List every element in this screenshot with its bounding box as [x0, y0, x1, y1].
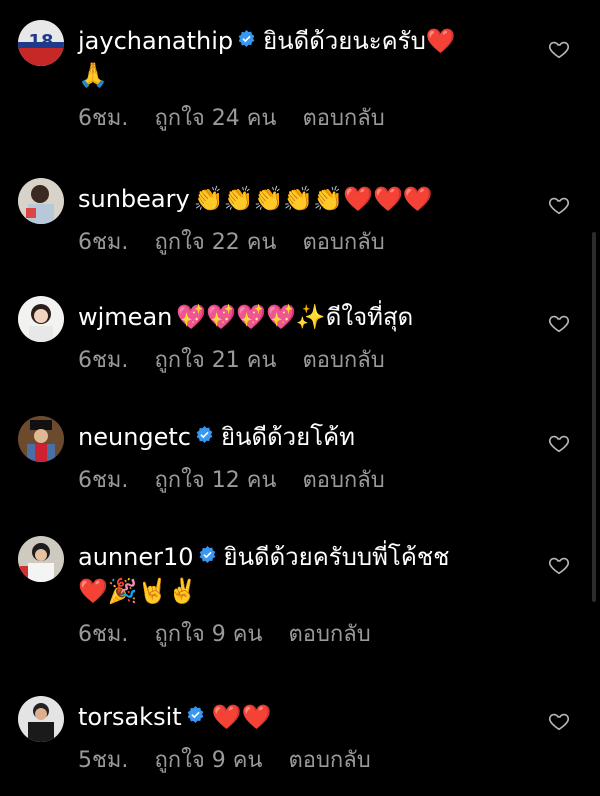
avatar[interactable]	[18, 296, 64, 342]
username[interactable]: wjmean	[78, 303, 172, 331]
comment-time: 6ชม.	[78, 348, 129, 373]
comment-line: wjmean 💖💖💖💖✨ดีใจที่สุด	[78, 300, 548, 334]
avatar[interactable]	[18, 178, 64, 224]
reply-button[interactable]: ตอบกลับ	[302, 348, 384, 373]
username[interactable]: aunner10	[78, 543, 194, 571]
username[interactable]: jaychanathip	[78, 27, 233, 55]
comment-time: 6ชม.	[78, 468, 129, 493]
comment-text: 💖💖💖💖✨ดีใจที่สุด	[176, 303, 414, 331]
comment-line: neungetc ยินดีด้วยโค้ท	[78, 420, 548, 454]
comment-body: aunner10 ยินดีด้วยครับบพี่โค้ชช ❤️🎉🤘✌️ 6ช…	[78, 540, 548, 651]
likes-count-link[interactable]: ถูกใจ 21 คน	[154, 348, 276, 373]
username[interactable]: sunbeary	[78, 185, 190, 213]
username[interactable]: neungetc	[78, 423, 191, 451]
comment-time: 6ชม.	[78, 106, 129, 131]
verified-badge-icon	[196, 426, 213, 443]
comment-time: 6ชม.	[78, 622, 129, 647]
comment-text: ยินดีด้วยโค้ท	[221, 423, 355, 451]
comment-body: wjmean 💖💖💖💖✨ดีใจที่สุด 6ชม. ถูกใจ 21 คน ตอบ…	[78, 300, 548, 377]
likes-count-link[interactable]: ถูกใจ 9 คน	[154, 748, 262, 773]
avatar[interactable]: 18	[18, 20, 64, 66]
reply-button[interactable]: ตอบกลับ	[288, 748, 370, 773]
username[interactable]: torsaksit	[78, 703, 182, 731]
reply-button[interactable]: ตอบกลับ	[302, 468, 384, 493]
comment-text: 👏👏👏👏👏❤️❤️❤️	[193, 185, 433, 213]
comment-text-continued: 🙏	[78, 61, 108, 89]
avatar[interactable]	[18, 416, 64, 462]
comment-text: ยินดีด้วยนะครับ❤️	[263, 27, 456, 55]
comment-body: torsaksit ❤️❤️ 5ชม. ถูกใจ 9 คน ตอบกลับ	[78, 700, 548, 777]
comment-meta: 6ชม. ถูกใจ 12 คน ตอบกลับ	[78, 462, 548, 497]
verified-badge-icon	[187, 706, 204, 723]
comment-text: ❤️❤️	[211, 703, 272, 731]
comment-meta: 5ชม. ถูกใจ 9 คน ตอบกลับ	[78, 742, 548, 777]
likes-count-link[interactable]: ถูกใจ 9 คน	[154, 622, 262, 647]
reply-button[interactable]: ตอบกลับ	[302, 106, 384, 131]
avatar[interactable]	[18, 696, 64, 742]
heart-outline-icon[interactable]	[548, 432, 570, 454]
verified-badge-icon	[238, 30, 255, 47]
scrollbar[interactable]	[592, 232, 596, 602]
likes-count-link[interactable]: ถูกใจ 22 คน	[154, 230, 276, 255]
likes-count-link[interactable]: ถูกใจ 12 คน	[154, 468, 276, 493]
comment-text-continued: ❤️🎉🤘✌️	[78, 577, 198, 605]
heart-outline-icon[interactable]	[548, 194, 570, 216]
reply-button[interactable]: ตอบกลับ	[288, 622, 370, 647]
comment-meta: 6ชม. ถูกใจ 21 คน ตอบกลับ	[78, 342, 548, 377]
comment-time: 5ชม.	[78, 748, 129, 773]
comment-meta: 6ชม. ถูกใจ 22 คน ตอบกลับ	[78, 224, 548, 259]
comment-line: torsaksit ❤️❤️	[78, 700, 548, 734]
avatar[interactable]	[18, 536, 64, 582]
comment-meta: 6ชม. ถูกใจ 9 คน ตอบกลับ	[78, 616, 548, 651]
comment-body: jaychanathip ยินดีด้วยนะครับ❤️ 🙏 6ชม. ถูกใ…	[78, 24, 548, 135]
likes-count-link[interactable]: ถูกใจ 24 คน	[154, 106, 276, 131]
reply-button[interactable]: ตอบกลับ	[302, 230, 384, 255]
comment-line: sunbeary 👏👏👏👏👏❤️❤️❤️	[78, 182, 548, 216]
heart-outline-icon[interactable]	[548, 312, 570, 334]
heart-outline-icon[interactable]	[548, 38, 570, 60]
comment-body: neungetc ยินดีด้วยโค้ท 6ชม. ถูกใจ 12 คน ตอบ…	[78, 420, 548, 497]
comment-meta: 6ชม. ถูกใจ 24 คน ตอบกลับ	[78, 100, 548, 135]
verified-badge-icon	[199, 546, 216, 563]
comment-time: 6ชม.	[78, 230, 129, 255]
comment-text: ยินดีด้วยครับบพี่โค้ชช	[223, 543, 450, 571]
comment-line: aunner10 ยินดีด้วยครับบพี่โค้ชช	[78, 540, 548, 574]
avatar-badge-text: 18	[28, 31, 53, 52]
comment-body: sunbeary 👏👏👏👏👏❤️❤️❤️ 6ชม. ถูกใจ 22 คน ตอบกล…	[78, 182, 548, 259]
heart-outline-icon[interactable]	[548, 710, 570, 732]
heart-outline-icon[interactable]	[548, 554, 570, 576]
comment-line: jaychanathip ยินดีด้วยนะครับ❤️	[78, 24, 548, 58]
